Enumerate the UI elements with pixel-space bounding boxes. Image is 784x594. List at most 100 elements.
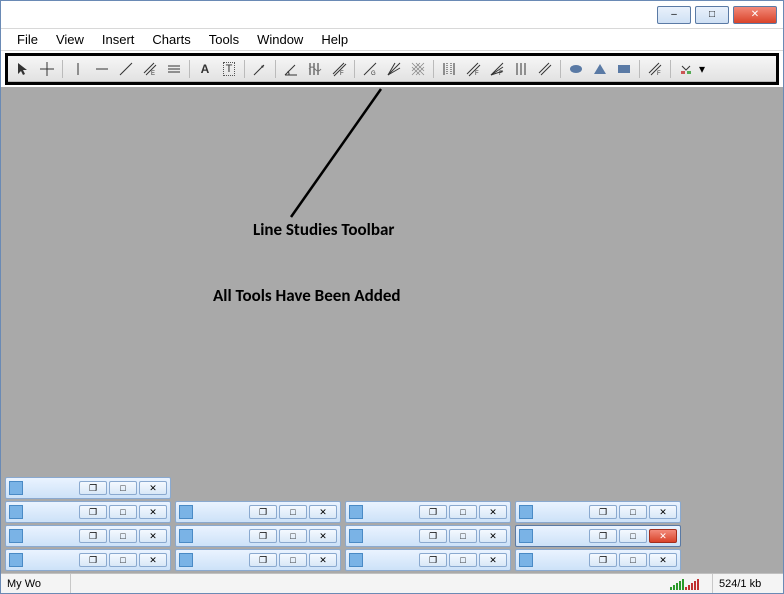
minimized-chart-window[interactable]: ❐□✕ — [515, 525, 681, 547]
fibo-retracement-icon[interactable] — [438, 59, 460, 79]
minimized-chart-window[interactable]: ❐□✕ — [345, 525, 511, 547]
triangle-icon[interactable] — [589, 59, 611, 79]
mini-close-button[interactable]: ✕ — [309, 529, 337, 543]
mini-restore-button[interactable]: ❐ — [249, 529, 277, 543]
mini-max-button[interactable]: □ — [619, 529, 647, 543]
mini-close-button[interactable]: ✕ — [479, 505, 507, 519]
minimized-chart-window[interactable]: ❐□✕ — [515, 549, 681, 571]
mini-row: ❐□✕ — [5, 477, 681, 499]
mini-restore-button[interactable]: ❐ — [79, 553, 107, 567]
mini-max-button[interactable]: □ — [279, 529, 307, 543]
mini-close-button[interactable]: ✕ — [479, 529, 507, 543]
mini-restore-button[interactable]: ❐ — [419, 553, 447, 567]
gann-line-icon[interactable]: G — [359, 59, 381, 79]
fibo-arcs-icon[interactable] — [510, 59, 532, 79]
app-window: – □ ✕ File View Insert Charts Tools Wind… — [0, 0, 784, 594]
minimized-chart-window[interactable]: ❐□✕ — [5, 525, 171, 547]
minimized-chart-window[interactable]: ❐□✕ — [175, 549, 341, 571]
maximize-button[interactable]: □ — [695, 6, 729, 24]
mini-close-button[interactable]: ✕ — [649, 553, 677, 567]
crosshair-tool-icon[interactable] — [36, 59, 58, 79]
mini-max-button[interactable]: □ — [279, 553, 307, 567]
minimized-chart-window[interactable]: ❐□✕ — [175, 501, 341, 523]
ellipse-icon[interactable] — [565, 59, 587, 79]
menubar: File View Insert Charts Tools Window Hel… — [1, 29, 783, 51]
mini-close-button[interactable]: ✕ — [139, 481, 167, 495]
horizontal-line-icon[interactable] — [91, 59, 113, 79]
text-label-icon[interactable]: T — [218, 59, 240, 79]
text-tool-icon[interactable]: A — [194, 59, 216, 79]
toolbar-separator — [639, 60, 640, 78]
menu-charts[interactable]: Charts — [146, 30, 196, 49]
mini-restore-button[interactable]: ❐ — [79, 505, 107, 519]
mini-window-controls: ❐□✕ — [249, 505, 337, 519]
channel-icon[interactable] — [163, 59, 185, 79]
cycle-lines-icon[interactable] — [304, 59, 326, 79]
minimized-chart-window[interactable]: ❐□✕ — [5, 501, 171, 523]
minimized-chart-window[interactable]: ❐□✕ — [345, 549, 511, 571]
mini-restore-button[interactable]: ❐ — [419, 529, 447, 543]
minimized-chart-window[interactable]: ❐□✕ — [175, 525, 341, 547]
mini-restore-button[interactable]: ❐ — [79, 481, 107, 495]
mini-max-button[interactable]: □ — [109, 505, 137, 519]
minimized-chart-window[interactable]: ❐□✕ — [5, 477, 171, 499]
svg-text:G: G — [371, 71, 376, 77]
shapes-dropdown-icon[interactable] — [675, 59, 697, 79]
toolbar-separator — [433, 60, 434, 78]
regression-channel-icon[interactable]: F — [328, 59, 350, 79]
line-studies-toolbar-highlight: E A T F G F F F — [5, 53, 779, 85]
menu-window[interactable]: Window — [251, 30, 309, 49]
menu-view[interactable]: View — [50, 30, 90, 49]
rectangle-icon[interactable] — [613, 59, 635, 79]
mini-restore-button[interactable]: ❐ — [79, 529, 107, 543]
mini-max-button[interactable]: □ — [109, 553, 137, 567]
fibo-channel-icon[interactable]: F — [462, 59, 484, 79]
menu-file[interactable]: File — [11, 30, 44, 49]
minimized-chart-window[interactable]: ❐□✕ — [345, 501, 511, 523]
minimized-chart-window[interactable]: ❐□✕ — [5, 549, 171, 571]
mini-max-button[interactable]: □ — [619, 553, 647, 567]
mini-max-button[interactable]: □ — [109, 481, 137, 495]
mini-restore-button[interactable]: ❐ — [589, 529, 617, 543]
mini-max-button[interactable]: □ — [449, 529, 477, 543]
close-button[interactable]: ✕ — [733, 6, 777, 24]
fibo-fan-icon[interactable]: F — [486, 59, 508, 79]
fibo-expansion-icon[interactable] — [534, 59, 556, 79]
dropdown-arrow-icon[interactable]: ▾ — [699, 62, 703, 76]
menu-help[interactable]: Help — [315, 30, 354, 49]
trendline-icon[interactable] — [115, 59, 137, 79]
trend-by-angle-icon[interactable] — [280, 59, 302, 79]
mini-close-button[interactable]: ✕ — [139, 505, 167, 519]
mini-restore-button[interactable]: ❐ — [589, 553, 617, 567]
cursor-tool-icon[interactable] — [12, 59, 34, 79]
mini-close-button[interactable]: ✕ — [649, 529, 677, 543]
mini-max-button[interactable]: □ — [449, 553, 477, 567]
mini-restore-button[interactable]: ❐ — [589, 505, 617, 519]
gann-fan-icon[interactable] — [383, 59, 405, 79]
mini-close-button[interactable]: ✕ — [649, 505, 677, 519]
mini-restore-button[interactable]: ❐ — [419, 505, 447, 519]
mini-close-button[interactable]: ✕ — [309, 553, 337, 567]
menu-insert[interactable]: Insert — [96, 30, 141, 49]
mini-restore-button[interactable]: ❐ — [249, 505, 277, 519]
gann-grid-icon[interactable] — [407, 59, 429, 79]
fibo-timezones-icon[interactable]: F — [644, 59, 666, 79]
mini-max-button[interactable]: □ — [279, 505, 307, 519]
chart-icon — [349, 529, 363, 543]
minimize-button[interactable]: – — [657, 6, 691, 24]
mini-max-button[interactable]: □ — [109, 529, 137, 543]
mini-close-button[interactable]: ✕ — [479, 553, 507, 567]
arrows-tool-icon[interactable] — [249, 59, 271, 79]
equidistant-channel-icon[interactable]: E — [139, 59, 161, 79]
mini-max-button[interactable]: □ — [619, 505, 647, 519]
mini-close-button[interactable]: ✕ — [139, 553, 167, 567]
vertical-line-icon[interactable] — [67, 59, 89, 79]
menu-tools[interactable]: Tools — [203, 30, 245, 49]
mini-restore-button[interactable]: ❐ — [249, 553, 277, 567]
mini-max-button[interactable]: □ — [449, 505, 477, 519]
mini-window-controls: ❐□✕ — [589, 505, 677, 519]
mini-close-button[interactable]: ✕ — [309, 505, 337, 519]
toolbar-separator — [62, 60, 63, 78]
mini-close-button[interactable]: ✕ — [139, 529, 167, 543]
minimized-chart-window[interactable]: ❐□✕ — [515, 501, 681, 523]
